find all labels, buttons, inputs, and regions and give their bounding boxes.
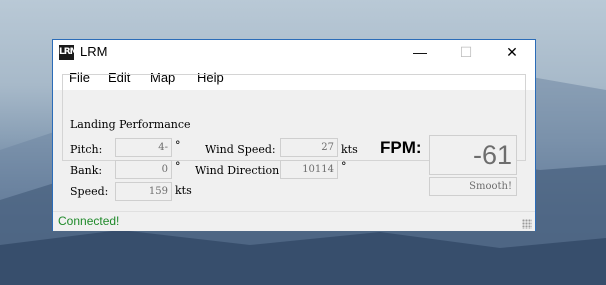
pitch-field[interactable]: 4- (115, 138, 172, 157)
wind-direction-label: Wind Direction (195, 164, 280, 177)
bank-field[interactable]: 0 (115, 160, 172, 179)
wind-direction-field[interactable]: 10114 (280, 160, 338, 179)
minimize-button[interactable]: — (397, 40, 443, 65)
speed-label: Speed: (70, 185, 109, 198)
bank-unit: ° (175, 160, 181, 173)
title-bar[interactable]: LRM LRM — ☐ ✕ (53, 40, 535, 65)
wind-direction-unit: ° (341, 160, 347, 173)
fpm-value-display: -61 (429, 135, 517, 175)
pitch-label: Pitch: (70, 143, 103, 156)
pitch-unit: ° (175, 139, 181, 152)
wind-speed-label: Wind Speed: (205, 143, 276, 156)
landing-performance-title: Landing Performance (68, 118, 193, 131)
speed-field[interactable]: 159 (115, 182, 172, 201)
window-title: LRM (80, 44, 108, 59)
wind-speed-field[interactable]: 27 (280, 138, 338, 157)
status-bar: Connected! (53, 211, 535, 231)
app-logo-icon: LRM (59, 45, 79, 60)
bank-label: Bank: (70, 164, 103, 177)
connection-status: Connected! (58, 214, 120, 228)
wind-speed-unit: kts (341, 143, 358, 156)
landing-rating-display: Smooth! (429, 177, 517, 196)
close-button[interactable]: ✕ (489, 40, 535, 65)
speed-unit: kts (175, 184, 192, 197)
maximize-button[interactable]: ☐ (443, 40, 489, 65)
fpm-label: FPM: (380, 138, 422, 157)
app-window: LRM LRM — ☐ ✕ File Edit Map Help Landing… (52, 39, 536, 231)
resize-grip-icon[interactable] (522, 219, 532, 229)
